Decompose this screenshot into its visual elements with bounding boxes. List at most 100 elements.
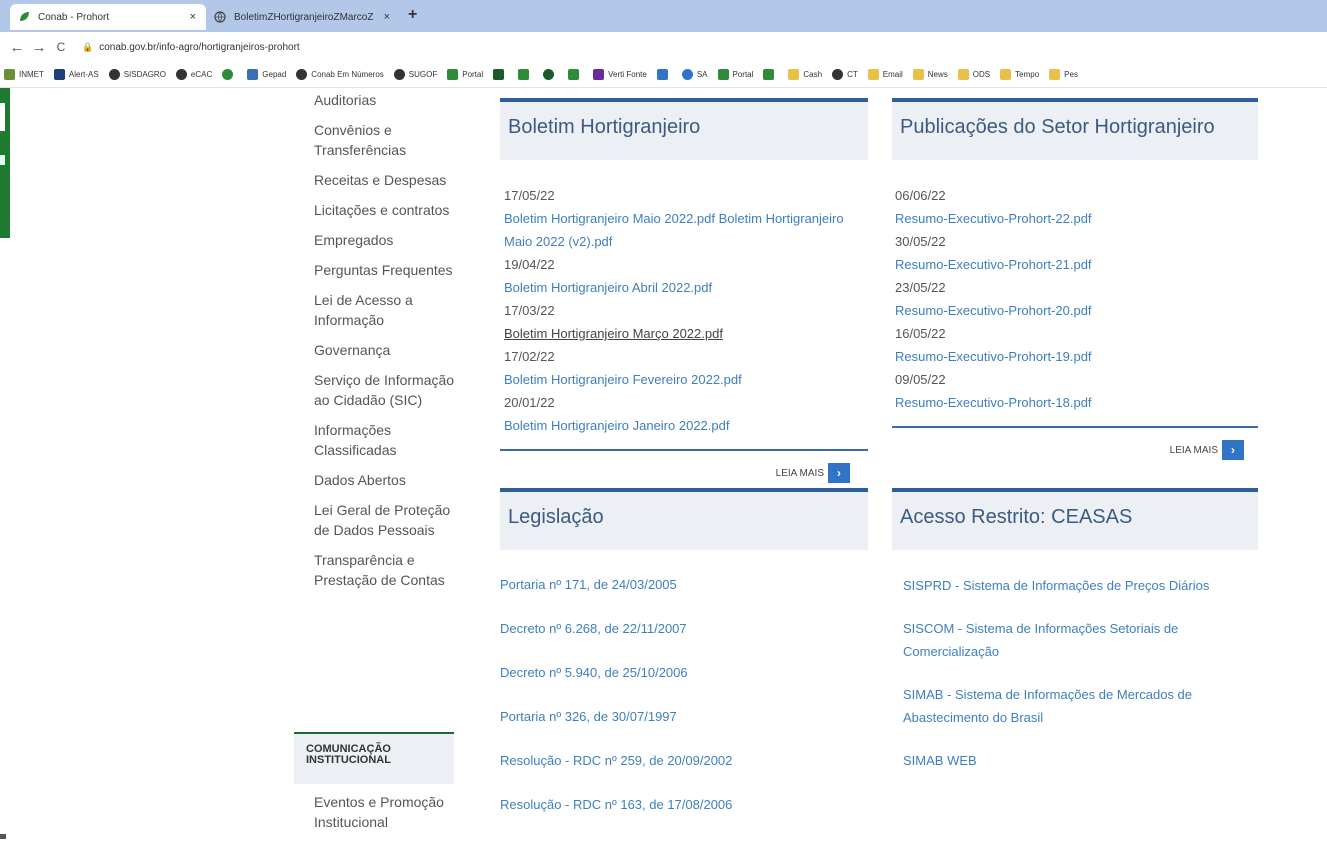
- page-content: Auditorias Convênios e Transferências Re…: [0, 88, 1327, 843]
- leia-mais-label: LEIA MAIS: [1169, 444, 1218, 456]
- bookmark-item[interactable]: INMET: [4, 69, 44, 80]
- divider: [892, 426, 1258, 428]
- globe-icon: [214, 11, 226, 23]
- bookmark-item[interactable]: Cash: [788, 69, 822, 80]
- sidebar-item[interactable]: Governança: [314, 340, 464, 360]
- map-pin-icon: [763, 69, 775, 80]
- panel-title: Acesso Restrito: CEASAS: [892, 488, 1258, 550]
- leia-mais-button[interactable]: LEIA MAIS ›: [500, 463, 850, 483]
- boletim-link[interactable]: Boletim Hortigranjeiro Maio 2022.pdf Bol…: [504, 207, 868, 253]
- legislacao-link[interactable]: Portaria nº 326, de 30/07/1997: [500, 706, 868, 728]
- publicacao-link[interactable]: Resumo-Executivo-Prohort-18.pdf: [895, 391, 1258, 414]
- sidebar-item[interactable]: Informações Classificadas: [314, 420, 464, 460]
- bookmark-item[interactable]: Portal: [447, 69, 483, 80]
- address-bar[interactable]: 🔒 conab.gov.br/info-agro/hortigranjeiros…: [82, 42, 300, 53]
- bookmark-item[interactable]: Pes: [1049, 69, 1078, 80]
- bookmark-item[interactable]: Gepad: [247, 69, 286, 80]
- boletim-link[interactable]: Boletim Hortigranjeiro Abril 2022.pdf: [504, 276, 868, 299]
- bookmark-item[interactable]: CT: [832, 69, 858, 80]
- legislacao-link[interactable]: Portaria nº 171, de 24/03/2005: [500, 574, 868, 596]
- entry-date: 23/05/22: [895, 280, 946, 295]
- leaf-icon: [447, 69, 459, 80]
- publicacao-link[interactable]: Resumo-Executivo-Prohort-22.pdf: [895, 207, 1258, 230]
- sidebar-item[interactable]: Lei de Acesso a Informação: [314, 290, 464, 330]
- publicacao-link[interactable]: Resumo-Executivo-Prohort-19.pdf: [895, 345, 1258, 368]
- sidebar-item[interactable]: Lei Geral de Proteção de Dados Pessoais: [314, 500, 464, 540]
- bookmark-item[interactable]: [493, 69, 508, 80]
- sidebar-item[interactable]: Serviço de Informação ao Cidadão (SIC): [314, 370, 464, 410]
- sidebar-item[interactable]: Dados Abertos: [314, 470, 464, 490]
- tab-close-icon[interactable]: ×: [190, 11, 196, 23]
- bookmark-item[interactable]: Portal: [717, 69, 753, 80]
- tab-title: Conab - Prohort: [38, 11, 110, 23]
- legislacao-link[interactable]: Decreto nº 6.268, de 22/11/2007: [500, 618, 868, 640]
- bookmark-item[interactable]: [763, 69, 778, 80]
- bookmark-item[interactable]: Alert-AS: [53, 69, 99, 80]
- entry-date: 17/02/22: [504, 349, 555, 364]
- bookmark-item[interactable]: Verti Fonte: [593, 69, 647, 80]
- forward-arrow-icon[interactable]: →: [28, 39, 50, 56]
- sidebar-item[interactable]: Auditorias: [314, 90, 464, 110]
- divider: [500, 449, 868, 451]
- leia-mais-button[interactable]: LEIA MAIS ›: [892, 440, 1244, 460]
- legislacao-link[interactable]: Resolução - RDC nº 163, de 17/08/2006: [500, 794, 868, 816]
- legislacao-link[interactable]: Decreto nº 5.940, de 25/10/2006: [500, 662, 868, 684]
- acesso-link[interactable]: SIMAB WEB: [903, 749, 1242, 772]
- sidebar-item[interactable]: Empregados: [314, 230, 464, 250]
- bookmark-icon: [593, 69, 605, 80]
- sidebar-item[interactable]: Eventos e Promoção Institucional: [314, 792, 464, 832]
- bookmark-item[interactable]: [222, 69, 237, 80]
- legislacao-link[interactable]: Resolução - RDC nº 259, de 20/09/2002: [500, 750, 868, 772]
- bookmark-item[interactable]: SISDAGRO: [108, 69, 166, 80]
- boletim-link[interactable]: Boletim Hortigranjeiro Janeiro 2022.pdf: [504, 414, 868, 437]
- sidebar-item[interactable]: Perguntas Frequentes: [314, 260, 464, 280]
- new-tab-button[interactable]: +: [408, 6, 417, 24]
- bookmark-icon: [681, 69, 693, 80]
- publicacao-link[interactable]: Resumo-Executivo-Prohort-20.pdf: [895, 299, 1258, 322]
- sidebar-item[interactable]: Convênios e Transferências: [314, 120, 464, 160]
- legislacao-panel: Legislação Portaria nº 171, de 24/03/200…: [500, 488, 868, 838]
- boletim-panel: Boletim Hortigranjeiro 17/05/22 Boletim …: [500, 98, 868, 483]
- reload-icon[interactable]: C: [50, 40, 72, 54]
- panel-title: Publicações do Setor Hortigranjeiro: [892, 98, 1258, 160]
- entry-date: 17/03/22: [504, 303, 555, 318]
- globe-icon: [175, 69, 187, 80]
- entry-date: 06/06/22: [895, 188, 946, 203]
- entry-date: 09/05/22: [895, 372, 946, 387]
- bookmark-item[interactable]: [543, 69, 558, 80]
- left-edge-mark: [0, 834, 6, 839]
- bookmark-item[interactable]: [518, 69, 533, 80]
- tab-boletim[interactable]: BoletimZHortigranjeiroZMarcoZ ×: [206, 4, 400, 30]
- acesso-link[interactable]: SISCOM - Sistema de Informações Setoriai…: [903, 617, 1242, 663]
- bookmark-item[interactable]: Email: [867, 69, 903, 80]
- browser-tab-bar: Conab - Prohort × BoletimZHortigranjeiro…: [0, 0, 1327, 32]
- bookmark-item[interactable]: eCAC: [175, 69, 212, 80]
- bookmark-item[interactable]: SA: [681, 69, 708, 80]
- sidebar-section-heading[interactable]: COMUNICAÇÃO INSTITUCIONAL: [294, 732, 454, 784]
- tab-close-icon[interactable]: ×: [384, 11, 390, 23]
- globe-icon: [108, 69, 120, 80]
- tab-conab-prohort[interactable]: Conab - Prohort ×: [10, 4, 206, 30]
- panel-title: Boletim Hortigranjeiro: [500, 98, 868, 160]
- back-arrow-icon[interactable]: ←: [6, 39, 28, 56]
- browser-nav-bar: ← → C 🔒 conab.gov.br/info-agro/hortigran…: [0, 32, 1327, 62]
- folder-icon: [788, 69, 800, 80]
- bookmarks-bar: INMET Alert-AS SISDAGRO eCAC Gepad Conab…: [0, 62, 1327, 88]
- bookmark-item[interactable]: Tempo: [1000, 69, 1039, 80]
- bookmark-item[interactable]: News: [912, 69, 948, 80]
- leaf-icon: [568, 69, 580, 80]
- bookmark-item[interactable]: SUGOF: [393, 69, 437, 80]
- bookmark-item[interactable]: [568, 69, 583, 80]
- acesso-link[interactable]: SISPRD - Sistema de Informações de Preço…: [903, 574, 1242, 597]
- acesso-link[interactable]: SIMAB - Sistema de Informações de Mercad…: [903, 683, 1242, 729]
- folder-icon: [867, 69, 879, 80]
- bookmark-item[interactable]: ODS: [957, 69, 990, 80]
- bookmark-item[interactable]: Conab Em Números: [296, 69, 384, 80]
- boletim-link[interactable]: Boletim Hortigranjeiro Março 2022.pdf: [504, 322, 868, 345]
- sidebar-item[interactable]: Receitas e Despesas: [314, 170, 464, 190]
- boletim-link[interactable]: Boletim Hortigranjeiro Fevereiro 2022.pd…: [504, 368, 868, 391]
- sidebar-item[interactable]: Licitações e contratos: [314, 200, 464, 220]
- bookmark-item[interactable]: [656, 69, 672, 80]
- publicacao-link[interactable]: Resumo-Executivo-Prohort-21.pdf: [895, 253, 1258, 276]
- sidebar-item[interactable]: Transparência e Prestação de Contas: [314, 550, 464, 590]
